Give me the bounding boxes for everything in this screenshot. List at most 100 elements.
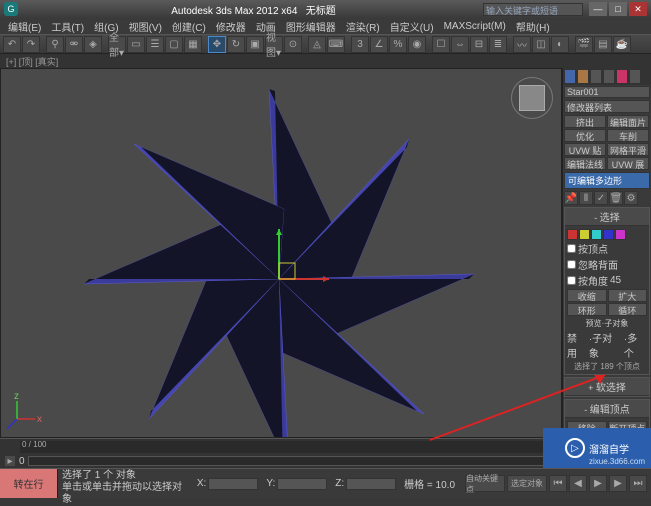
mod-lathe[interactable]: 车削 — [607, 129, 649, 142]
named-sel-button[interactable]: ☐ — [432, 36, 450, 53]
viewport-label[interactable]: [+] [顶] [真实] — [0, 54, 651, 68]
undo-button[interactable]: ↶ — [3, 36, 21, 53]
display-tab-icon[interactable] — [616, 69, 628, 84]
menu-help[interactable]: 帮助(H) — [512, 18, 554, 35]
byangle-checkbox[interactable] — [567, 276, 576, 285]
align-button[interactable]: ⊟ — [470, 36, 488, 53]
mod-extrude[interactable]: 挤出 — [564, 115, 606, 128]
select-button[interactable]: ▭ — [127, 36, 145, 53]
remove-mod-icon[interactable]: 🗑 — [609, 191, 623, 205]
autokey-button[interactable]: 自动关键点 — [465, 475, 505, 492]
goto-end-icon[interactable]: ⏭ — [629, 475, 647, 492]
redo-button[interactable]: ↷ — [22, 36, 40, 53]
rollout-editvert-header[interactable]: - 编辑顶点 — [565, 400, 649, 418]
viewcube[interactable] — [511, 77, 553, 119]
mod-editpatch[interactable]: 编辑面片 — [607, 115, 649, 128]
shrink-button[interactable]: 收缩 — [567, 289, 607, 302]
hierarchy-tab-icon[interactable] — [590, 69, 602, 84]
coord-z-input[interactable] — [346, 478, 396, 490]
motion-tab-icon[interactable] — [603, 69, 615, 84]
modifier-list-dropdown[interactable]: 修改器列表 — [564, 100, 650, 113]
render-setup-button[interactable]: 🎬 — [575, 36, 593, 53]
create-tab-icon[interactable] — [564, 69, 576, 84]
menu-view[interactable]: 视图(V) — [125, 18, 166, 35]
show-end-icon[interactable]: Ⅱ — [579, 191, 593, 205]
maximize-button[interactable]: □ — [609, 2, 627, 16]
mirror-button[interactable]: ⇔ — [451, 36, 469, 53]
mod-uvwmap[interactable]: UVW 贴图 — [564, 143, 606, 156]
subobj-border-icon[interactable] — [591, 229, 602, 240]
scale-button[interactable]: ▣ — [246, 36, 264, 53]
menu-custom[interactable]: 自定义(U) — [386, 18, 438, 35]
snap-button[interactable]: 3 — [351, 36, 369, 53]
modify-tab-icon[interactable] — [577, 69, 589, 84]
pivot-button[interactable]: ⊙ — [284, 36, 302, 53]
play-icon[interactable]: ▶ — [589, 475, 607, 492]
svg-text:z: z — [14, 391, 19, 402]
object-name-field[interactable]: Star001 — [564, 86, 650, 98]
menu-tools[interactable]: 工具(T) — [47, 18, 88, 35]
coord-y-input[interactable] — [277, 478, 327, 490]
material-editor-button[interactable]: ◐ — [551, 36, 569, 53]
modifier-stack[interactable]: 可编辑多边形 — [564, 172, 650, 189]
mod-optimize[interactable]: 优化 — [564, 129, 606, 142]
subobj-edge-icon[interactable] — [579, 229, 590, 240]
refsys-dropdown[interactable]: 视图▾ — [265, 36, 283, 53]
byvertex-checkbox[interactable] — [567, 244, 576, 253]
trackbar-toggle-icon[interactable]: ▸ — [4, 455, 16, 467]
window-crossing[interactable]: ▦ — [184, 36, 202, 53]
menu-render[interactable]: 渲染(R) — [342, 18, 384, 35]
help-search-input[interactable]: 输入关键字或短语 — [483, 3, 583, 16]
select-filter[interactable]: 全部▾ — [108, 36, 126, 53]
ring-button[interactable]: 环形 — [567, 303, 607, 316]
render-button[interactable]: ☕ — [613, 36, 631, 53]
manip-button[interactable]: ◬ — [308, 36, 326, 53]
mod-editnormals[interactable]: 编辑法线 — [564, 157, 606, 170]
rotate-button[interactable]: ↻ — [227, 36, 245, 53]
render-frame-button[interactable]: ▤ — [594, 36, 612, 53]
bind-button[interactable]: ◈ — [84, 36, 102, 53]
unlink-button[interactable]: ⚮ — [65, 36, 83, 53]
pin-stack-icon[interactable]: 📌 — [564, 191, 578, 205]
subobj-vertex-icon[interactable] — [567, 229, 578, 240]
next-frame-icon[interactable]: ▶ — [609, 475, 627, 492]
configure-icon[interactable]: ⚙ — [624, 191, 638, 205]
selfilter-dropdown[interactable]: 选定对象 — [507, 475, 547, 492]
unique-icon[interactable]: ✓ — [594, 191, 608, 205]
layers-button[interactable]: ≣ — [489, 36, 507, 53]
prev-frame-icon[interactable]: ◀ — [569, 475, 587, 492]
keymode-button[interactable]: ⌨ — [327, 36, 345, 53]
menu-graph[interactable]: 图形编辑器 — [282, 18, 340, 35]
schematic-button[interactable]: ◫ — [532, 36, 550, 53]
minimize-button[interactable]: — — [589, 2, 607, 16]
menu-maxscript[interactable]: MAXScript(M) — [440, 20, 510, 33]
menu-create[interactable]: 创建(C) — [168, 18, 210, 35]
menu-modifiers[interactable]: 修改器 — [212, 18, 250, 35]
goto-start-icon[interactable]: ⏮ — [549, 475, 567, 492]
angle-snap-button[interactable]: ∠ — [370, 36, 388, 53]
link-button[interactable]: ⚲ — [46, 36, 64, 53]
spinner-snap-button[interactable]: ◉ — [408, 36, 426, 53]
percent-snap-button[interactable]: % — [389, 36, 407, 53]
subobj-poly-icon[interactable] — [603, 229, 614, 240]
stack-item-editpoly[interactable]: 可编辑多边形 — [565, 173, 649, 188]
curve-editor-button[interactable]: 〰 — [513, 36, 531, 53]
menu-edit[interactable]: 编辑(E) — [4, 18, 45, 35]
grow-button[interactable]: 扩大 — [608, 289, 648, 302]
viewport[interactable]: x z — [0, 68, 562, 438]
loop-button[interactable]: 循环 — [608, 303, 648, 316]
subobj-element-icon[interactable] — [615, 229, 626, 240]
mod-uvwunwrap[interactable]: UVW 展开 — [607, 157, 649, 170]
select-name-button[interactable]: ☰ — [146, 36, 164, 53]
ignorebf-checkbox[interactable] — [567, 260, 576, 269]
move-button[interactable]: ✥ — [208, 36, 226, 53]
selection-info: 选择了 189 个顶点 — [567, 361, 647, 372]
utilities-tab-icon[interactable] — [629, 69, 641, 84]
coord-x-input[interactable] — [208, 478, 258, 490]
rollout-softsel-header[interactable]: + 软选择 — [565, 378, 649, 396]
mod-meshsmooth[interactable]: 网格平滑 — [607, 143, 649, 156]
select-region[interactable]: ▢ — [165, 36, 183, 53]
status-toggle-button[interactable]: 转在行 — [0, 469, 58, 498]
rollout-selection-header[interactable]: - 选择 — [565, 208, 649, 226]
close-button[interactable]: ✕ — [629, 2, 647, 16]
